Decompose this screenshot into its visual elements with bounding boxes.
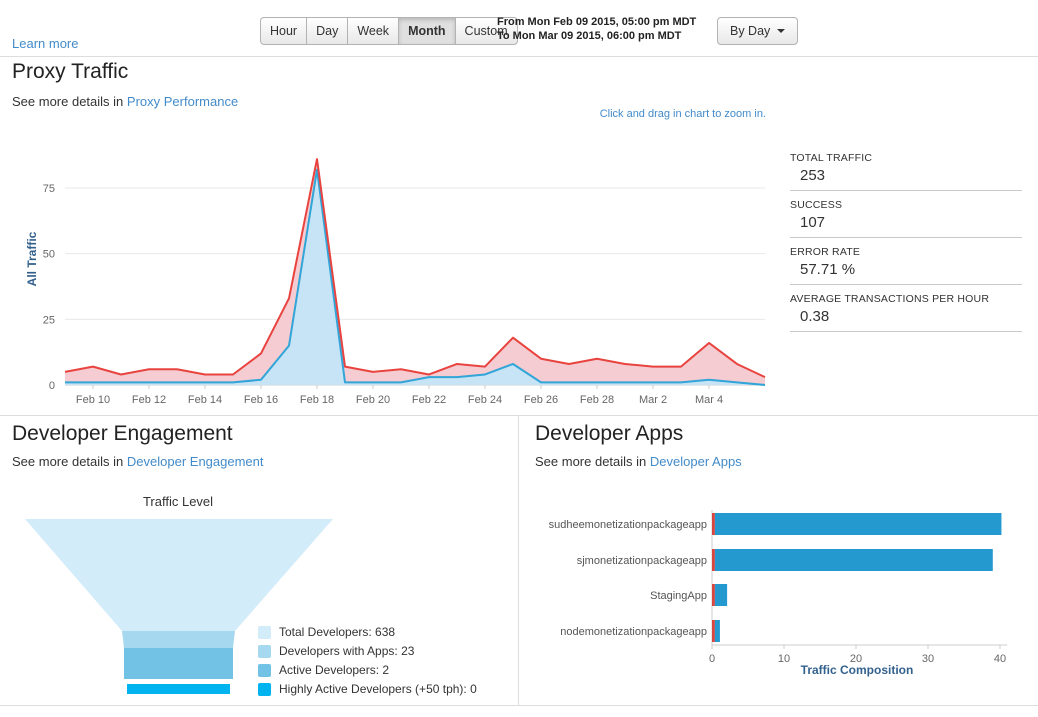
stat-success: SUCCESS 107 [790,199,1022,238]
developer-apps-subtitle: See more details in Developer Apps [535,454,742,469]
topbar: Learn more Hour Day Week Month Custom Fr… [0,0,1038,57]
granularity-label: By Day [730,24,771,38]
svg-text:Feb 28: Feb 28 [580,394,614,406]
legend-swatch [258,644,271,658]
funnel-legend: Total Developers: 638 Developers with App… [258,625,477,701]
svg-text:Feb 16: Feb 16 [244,394,278,406]
developer-engagement-subtitle: See more details in Developer Engagement [12,454,264,469]
svg-text:75: 75 [43,183,55,195]
svg-text:Feb 26: Feb 26 [524,394,558,406]
stat-error-rate: ERROR RATE 57.71 % [790,246,1022,285]
stat-total-traffic: TOTAL TRAFFIC 253 [790,152,1022,191]
svg-text:0: 0 [49,380,55,392]
stat-value: 253 [800,167,826,184]
chevron-down-icon [777,29,786,33]
svg-text:50: 50 [43,249,55,261]
chart-zoom-hint: Click and drag in chart to zoom in. [599,108,766,120]
svg-text:25: 25 [43,314,55,326]
range-button-week[interactable]: Week [347,17,400,45]
stat-value: 107 [800,214,826,231]
proxy-traffic-title: Proxy Traffic [12,60,129,83]
legend-swatch [258,625,271,639]
svg-text:Mar 4: Mar 4 [695,394,723,406]
granularity-dropdown[interactable]: By Day [717,17,799,45]
svg-text:StagingApp: StagingApp [650,590,707,602]
svg-text:Feb 14: Feb 14 [188,394,222,406]
svg-text:Mar 2: Mar 2 [639,394,667,406]
analytics-dashboard: Learn more Hour Day Week Month Custom Fr… [0,0,1038,717]
developer-apps-chart: 0 10 20 30 40sudheemonetizationpackageappsjm… [549,510,1008,665]
divider [790,284,1022,285]
stat-label: TOTAL TRAFFIC [790,152,873,164]
developer-engagement-link[interactable]: Developer Engagement [127,454,264,469]
svg-text:Feb 20: Feb 20 [356,394,390,406]
learn-more-link[interactable]: Learn more [12,36,78,51]
range-button-hour[interactable]: Hour [260,17,308,45]
traffic-stats-panel: TOTAL TRAFFIC 253 SUCCESS 107 ERROR RATE… [790,152,1022,340]
developer-engagement-section: Developer Engagement See more details in… [0,416,518,705]
legend-item: Developers with Apps: 23 [258,644,477,658]
svg-text:40: 40 [994,653,1006,665]
svg-text:Feb 24: Feb 24 [468,394,502,406]
divider [790,190,1022,191]
stat-avg-tph: AVERAGE TRANSACTIONS PER HOUR 0.38 [790,293,1022,332]
stat-value: 57.71 % [800,261,856,278]
legend-item: Highly Active Developers (+50 tph): 0 [258,682,477,696]
range-button-day[interactable]: Day [306,17,349,45]
range-button-month[interactable]: Month [398,17,456,45]
developer-engagement-title: Developer Engagement [12,422,233,445]
date-to-label: To Mon Mar 09 2015, 06:00 pm MDT [497,30,682,42]
legend-label: Developers with Apps: 23 [279,644,415,658]
developer-apps-title: Developer Apps [535,422,684,445]
stat-label: SUCCESS [790,199,843,211]
legend-item: Active Developers: 2 [258,663,477,677]
stat-label: AVERAGE TRANSACTIONS PER HOUR [790,293,990,305]
legend-item: Total Developers: 638 [258,625,477,639]
legend-label: Highly Active Developers (+50 tph): 0 [279,682,477,696]
svg-text:0: 0 [709,653,715,665]
legend-label: Total Developers: 638 [279,625,396,639]
svg-text:Feb 12: Feb 12 [132,394,166,406]
proxy-traffic-subtitle: See more details in Proxy Performance [12,94,238,109]
svg-text:Feb 10: Feb 10 [76,394,110,406]
x-axis-label: Traffic Composition [800,663,914,677]
stat-label: ERROR RATE [790,246,861,258]
svg-text:Feb 18: Feb 18 [300,394,334,406]
legend-swatch [258,663,271,677]
svg-text:sudheemonetizationpackageapp: sudheemonetizationpackageapp [549,519,707,531]
legend-label: Active Developers: 2 [279,663,390,677]
developer-apps-section: Developer Apps See more details in Devel… [518,416,1038,705]
svg-text:Feb 22: Feb 22 [412,394,446,406]
date-range-button-group: Hour Day Week Month Custom [260,17,518,45]
divider [790,237,1022,238]
svg-text:nodemonetizationpackageapp: nodemonetizationpackageapp [560,626,707,638]
date-from-label: From Mon Feb 09 2015, 05:00 pm MDT [497,16,697,28]
details-prefix: See more details in [535,454,647,469]
proxy-performance-link[interactable]: Proxy Performance [127,94,238,109]
proxy-traffic-chart[interactable]: 0 25 50 75 Feb 10 Feb 12 Feb 14 Feb 16 Feb 18 Feb… [0,130,780,420]
svg-text:sjmonetizationpackageapp: sjmonetizationpackageapp [577,555,707,567]
divider [790,331,1022,332]
date-range-text: From Mon Feb 09 2015, 05:00 pm MDT To Mo… [497,15,696,43]
details-prefix: See more details in [12,94,124,109]
legend-swatch [258,682,271,696]
developer-apps-link[interactable]: Developer Apps [650,454,742,469]
details-prefix: See more details in [12,454,124,469]
stat-value: 0.38 [800,308,830,325]
funnel-title: Traffic Level [142,494,214,509]
bottom-divider [0,705,1038,706]
